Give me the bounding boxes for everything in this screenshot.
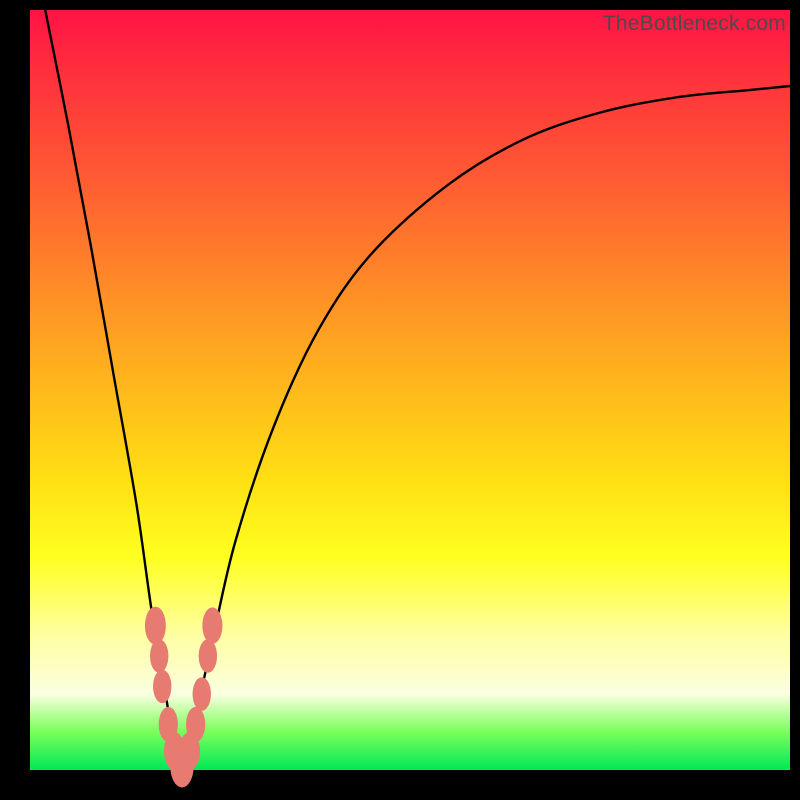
marker-point — [150, 639, 168, 672]
marker-point — [193, 677, 211, 710]
marker-point — [145, 607, 166, 645]
marker-cluster — [145, 607, 222, 788]
marker-point — [153, 670, 171, 703]
marker-point — [186, 707, 205, 742]
marker-point — [202, 607, 222, 643]
marker-point — [199, 639, 217, 672]
chart-frame: TheBottleneck.com — [0, 0, 800, 800]
chart-svg — [30, 10, 790, 770]
